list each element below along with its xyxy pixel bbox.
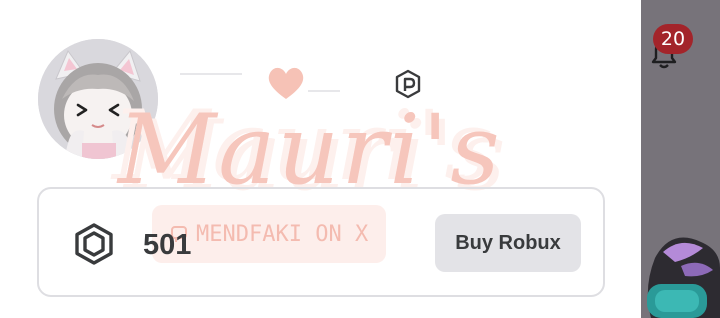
- background-artwork: [641, 218, 720, 318]
- background-page-overlay: 20: [641, 0, 720, 318]
- username-placeholder-line: [308, 90, 340, 92]
- avatar-image: [38, 39, 158, 159]
- robux-popover: Mauri's MENDFAKI ON X 501 Buy Robux: [0, 0, 641, 318]
- notification-count-badge[interactable]: 20: [653, 24, 693, 54]
- robux-balance-value: 501: [143, 229, 192, 261]
- heart-icon: [268, 67, 304, 99]
- robux-icon: [75, 223, 113, 265]
- username-placeholder-line: [180, 73, 242, 75]
- buy-robux-button[interactable]: Buy Robux: [435, 214, 581, 272]
- premium-badge-icon: [395, 69, 421, 99]
- avatar[interactable]: [38, 39, 158, 159]
